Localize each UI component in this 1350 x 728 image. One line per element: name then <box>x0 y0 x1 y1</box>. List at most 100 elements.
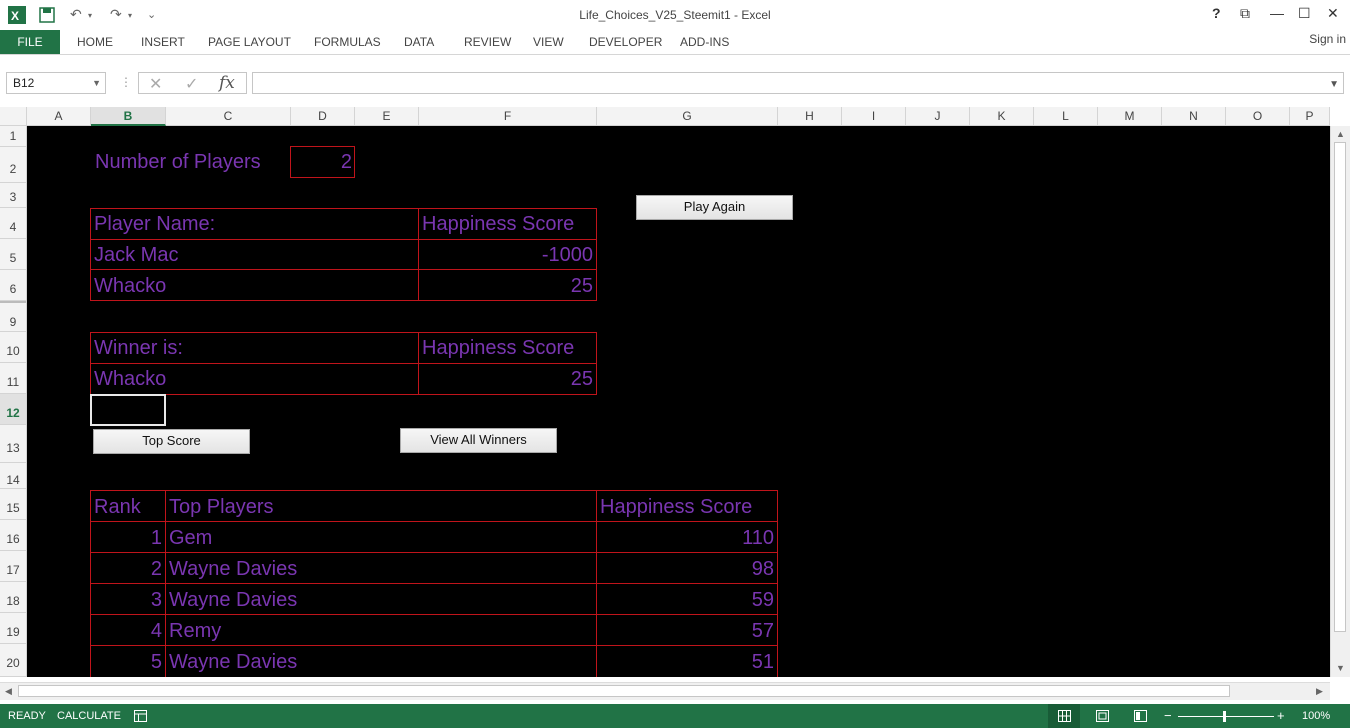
title-bar: X ↶ ▾ ↷ ▾ ⌄ Life_Choices_V25_Steemit1 - … <box>0 0 1350 30</box>
column-header[interactable]: E <box>355 107 419 126</box>
zoom-slider-thumb[interactable] <box>1223 711 1226 722</box>
page-layout-view-icon[interactable] <box>1096 710 1109 722</box>
tab-add-ins[interactable]: ADD-INS <box>680 35 729 49</box>
insert-function-icon[interactable]: fx <box>219 73 235 93</box>
column-header[interactable]: L <box>1034 107 1098 126</box>
row-header[interactable]: 3 <box>0 183 26 208</box>
top-player-score: 51 <box>751 651 774 673</box>
row-header[interactable]: 14 <box>0 463 26 489</box>
zoom-slider-track[interactable] <box>1178 716 1274 717</box>
sign-in-link[interactable]: Sign in <box>1309 32 1346 46</box>
window-title: Life_Choices_V25_Steemit1 - Excel <box>579 8 771 22</box>
row-header[interactable]: 5 <box>0 239 26 270</box>
top-rank: 2 <box>150 558 162 580</box>
row-header[interactable]: 1 <box>0 126 26 147</box>
column-header[interactable]: H <box>778 107 842 126</box>
select-all-corner[interactable] <box>0 107 27 126</box>
row-header[interactable]: 18 <box>0 582 26 613</box>
vertical-scrollbar[interactable]: ▲ ▼ <box>1330 126 1350 677</box>
tab-data[interactable]: DATA <box>404 35 434 49</box>
name-box-dropdown-icon[interactable]: ▼ <box>92 73 101 93</box>
ribbon-display-options-icon[interactable]: ⧉ <box>1240 5 1250 22</box>
status-calculate[interactable]: CALCULATE <box>57 710 121 722</box>
status-ready: READY <box>8 710 46 722</box>
row-header[interactable]: 4 <box>0 208 26 239</box>
column-header[interactable]: A <box>27 107 91 126</box>
column-header[interactable]: I <box>842 107 906 126</box>
tab-view[interactable]: VIEW <box>533 35 564 49</box>
zoom-in-button[interactable]: + <box>1277 708 1285 723</box>
column-header[interactable]: P <box>1290 107 1330 126</box>
row-header[interactable]: 17 <box>0 551 26 582</box>
row-header[interactable]: 20 <box>0 644 26 677</box>
scroll-down-icon[interactable]: ▼ <box>1336 663 1345 673</box>
view-all-winners-button[interactable]: View All Winners <box>400 428 557 453</box>
row-header[interactable]: 9 <box>0 301 26 332</box>
formula-buttons: ✕ ✓ fx <box>138 72 247 94</box>
play-again-button[interactable]: Play Again <box>636 195 793 220</box>
zoom-out-button[interactable]: − <box>1164 708 1172 723</box>
worksheet-grid[interactable]: Number of Players 2 Play Again Player Na… <box>27 126 1330 677</box>
row-header[interactable]: 15 <box>0 489 26 520</box>
row-header[interactable]: 13 <box>0 425 26 463</box>
cancel-entry-icon[interactable]: ✕ <box>149 74 162 94</box>
formula-input[interactable]: ▼ <box>252 72 1344 94</box>
scroll-up-icon[interactable]: ▲ <box>1336 129 1345 139</box>
top-rank: 5 <box>150 651 162 673</box>
maximize-icon[interactable]: ☐ <box>1298 5 1311 22</box>
normal-view-icon <box>1058 710 1071 722</box>
top-header-players: Top Players <box>169 496 274 518</box>
column-header[interactable]: F <box>419 107 597 126</box>
column-header[interactable]: D <box>291 107 355 126</box>
selected-cell-b12[interactable] <box>90 394 166 426</box>
formula-bar-grip-icon[interactable]: ⋮ <box>120 75 132 89</box>
column-header[interactable]: K <box>970 107 1034 126</box>
num-players-label: Number of Players <box>95 151 261 173</box>
scroll-left-icon[interactable]: ◀ <box>5 686 12 697</box>
row-header[interactable]: 11 <box>0 363 26 394</box>
column-header[interactable]: O <box>1226 107 1290 126</box>
row-headers: 1 2 3 4 5 6 9 10 11 12 13 14 15 16 17 18… <box>0 126 27 677</box>
horizontal-scrollbar[interactable]: ◀ ▶ <box>0 682 1330 700</box>
close-icon[interactable]: ✕ <box>1327 5 1339 22</box>
tab-developer[interactable]: DEVELOPER <box>589 35 662 49</box>
tab-page-layout[interactable]: PAGE LAYOUT <box>208 35 291 49</box>
top-player-name: Gem <box>169 527 213 549</box>
row-header[interactable]: 16 <box>0 520 26 551</box>
column-header[interactable]: C <box>166 107 291 126</box>
horizontal-scroll-thumb[interactable] <box>18 685 1230 697</box>
tab-insert[interactable]: INSERT <box>141 35 185 49</box>
top-score-button[interactable]: Top Score <box>93 429 250 454</box>
normal-view-button[interactable] <box>1048 704 1080 728</box>
column-header[interactable]: N <box>1162 107 1226 126</box>
column-header[interactable]: G <box>597 107 778 126</box>
vertical-scroll-thumb[interactable] <box>1334 142 1346 632</box>
tab-formulas[interactable]: FORMULAS <box>314 35 381 49</box>
player-name: Jack Mac <box>94 244 179 266</box>
top-player-name: Wayne Davies <box>169 589 298 611</box>
tab-review[interactable]: REVIEW <box>464 35 511 49</box>
player-score: -1000 <box>541 244 593 266</box>
row-header-selected[interactable]: 12 <box>0 394 26 425</box>
row-header[interactable]: 19 <box>0 613 26 644</box>
expand-formula-bar-icon[interactable]: ▼ <box>1329 75 1339 95</box>
row-header[interactable]: 6 <box>0 270 26 301</box>
column-header[interactable]: M <box>1098 107 1162 126</box>
zoom-level[interactable]: 100% <box>1302 710 1330 722</box>
top-player-score: 110 <box>742 527 774 549</box>
top-player-score: 57 <box>751 620 774 642</box>
column-header[interactable]: J <box>906 107 970 126</box>
tab-home[interactable]: HOME <box>77 35 113 49</box>
tab-file[interactable]: FILE <box>0 30 60 54</box>
name-box[interactable]: B12 ▼ <box>6 72 106 94</box>
row-header[interactable]: 2 <box>0 147 26 183</box>
help-icon[interactable]: ? <box>1212 5 1221 21</box>
minimize-icon[interactable]: — <box>1270 5 1284 21</box>
macro-record-icon[interactable] <box>134 710 147 722</box>
row-header[interactable]: 10 <box>0 332 26 363</box>
top-header-score: Happiness Score <box>600 496 753 518</box>
confirm-entry-icon[interactable]: ✓ <box>185 74 198 94</box>
scroll-right-icon[interactable]: ▶ <box>1316 686 1323 697</box>
column-header-selected[interactable]: B <box>91 107 166 126</box>
page-break-preview-icon[interactable] <box>1134 710 1147 722</box>
